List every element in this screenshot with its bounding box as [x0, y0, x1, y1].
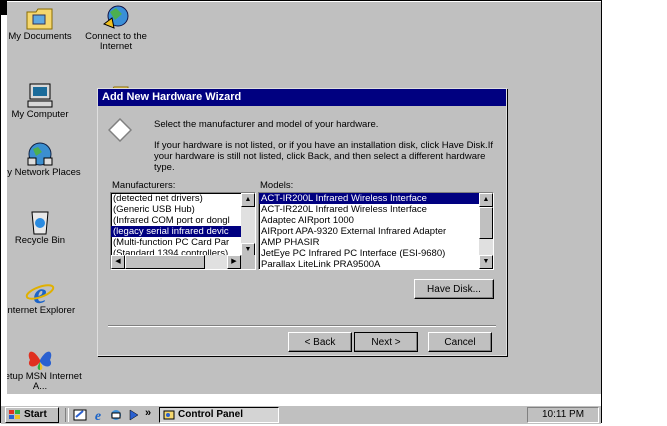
manufacturers-label: Manufacturers:	[112, 180, 176, 191]
list-item[interactable]: (Multi-function PC Card Par	[111, 237, 255, 248]
quick-launch-chevron[interactable]: »	[145, 407, 151, 419]
desktop-icon-connect-internet[interactable]: Connect to the Internet	[73, 4, 159, 52]
list-item[interactable]: JetEye PC Infrared PC Interface (ESI-968…	[259, 248, 493, 259]
wizard-help-text: If your hardware is not listed, or if yo…	[154, 140, 493, 173]
dialog-title[interactable]: Add New Hardware Wizard	[98, 89, 506, 106]
desktop-icon-label: Setup MSN Internet A...	[7, 371, 82, 392]
scroll-up-icon[interactable]: ▲	[241, 193, 255, 207]
manufacturers-horizontal-scrollbar[interactable]: ◀ ▶	[111, 255, 241, 269]
cancel-button[interactable]: Cancel	[428, 332, 492, 352]
system-tray-clock[interactable]: 10:11 PM	[527, 407, 599, 423]
hardware-diamond-icon	[107, 117, 133, 145]
desktop: My Documents Connect to the Internet My …	[7, 2, 601, 394]
taskbar-button-control-panel[interactable]: Control Panel	[159, 407, 279, 423]
show-desktop-icon[interactable]	[73, 408, 87, 425]
desktop-icon-label: My Computer	[11, 109, 69, 120]
scroll-right-icon[interactable]: ▶	[227, 255, 241, 269]
desktop-icon-label: Connect to the Internet	[85, 31, 147, 52]
clock-time: 10:11 PM	[541, 409, 585, 420]
media-player-icon[interactable]	[127, 408, 141, 425]
next-button[interactable]: Next >	[354, 332, 418, 352]
list-item[interactable]: AMP PHASIR	[259, 237, 493, 248]
wizard-instruction: Select the manufacturer and model of you…	[154, 119, 379, 130]
list-item-selected[interactable]: (legacy serial infrared devic	[111, 226, 255, 237]
desktop-icon-label: My Network Places	[7, 167, 81, 178]
have-disk-button[interactable]: Have Disk...	[414, 279, 494, 299]
list-item[interactable]: ACT-IR220L Infrared Wireless Interface	[259, 204, 493, 215]
scroll-up-icon[interactable]: ▲	[479, 193, 493, 207]
msn-butterfly-icon	[24, 344, 56, 372]
control-panel-icon	[163, 409, 175, 426]
desktop-icon-label: Internet Explorer	[7, 305, 76, 316]
list-item[interactable]: Parallax LiteLink PRA9500A	[259, 259, 493, 269]
desktop-icon-my-documents[interactable]: My Documents	[7, 4, 83, 42]
recycle-bin-icon	[24, 208, 56, 236]
svg-text:e: e	[33, 278, 46, 306]
dialog-separator	[108, 325, 496, 327]
internet-explorer-icon[interactable]: e	[91, 408, 105, 425]
list-item[interactable]: (Generic USB Hub)	[111, 204, 255, 215]
folder-icon	[24, 4, 56, 32]
quick-launch-divider	[65, 408, 69, 422]
manufacturers-vertical-scrollbar[interactable]: ▲ ▼	[241, 193, 255, 257]
scroll-thumb[interactable]	[125, 255, 205, 269]
scroll-left-icon[interactable]: ◀	[111, 255, 125, 269]
list-item[interactable]: Adaptec AIRport 1000	[259, 215, 493, 226]
list-item[interactable]: AIRport APA-9320 External Infrared Adapt…	[259, 226, 493, 237]
desktop-icon-label: Recycle Bin	[14, 235, 66, 246]
screen-frame: My Documents Connect to the Internet My …	[0, 0, 602, 424]
windows-logo-icon	[9, 410, 21, 420]
manufacturers-list[interactable]: (detected net drivers) (Generic USB Hub)…	[110, 192, 256, 270]
taskbar-button-label: Control Panel	[178, 409, 244, 420]
globe-connect-icon	[100, 4, 132, 32]
desktop-icon-setup-msn[interactable]: Setup MSN Internet A...	[7, 344, 83, 392]
start-button[interactable]: Start	[5, 407, 59, 423]
network-icon	[24, 140, 56, 168]
scroll-corner	[241, 255, 255, 269]
back-button[interactable]: < Back	[288, 332, 352, 352]
desktop-icon-my-computer[interactable]: My Computer	[7, 82, 83, 120]
desktop-icon-label: My Documents	[8, 31, 72, 42]
taskbar: Start e » Control Panel 10:11 PM	[1, 405, 601, 424]
internet-explorer-icon: e	[24, 277, 56, 310]
list-item-selected[interactable]: ACT-IR200L Infrared Wireless Interface	[259, 193, 493, 204]
list-item[interactable]: (Infrared COM port or dongl	[111, 215, 255, 226]
svg-text:e: e	[95, 409, 101, 422]
models-list[interactable]: ACT-IR200L Infrared Wireless Interface A…	[258, 192, 494, 270]
desktop-icon-network-places[interactable]: My Network Places	[7, 140, 83, 178]
list-item[interactable]: (detected net drivers)	[111, 193, 255, 204]
computer-icon	[24, 82, 56, 110]
scroll-down-icon[interactable]: ▼	[479, 255, 493, 269]
outlook-express-icon[interactable]	[109, 408, 123, 425]
models-label: Models:	[260, 180, 294, 191]
desktop-icon-internet-explorer[interactable]: e Internet Explorer	[7, 277, 83, 316]
desktop-icon-recycle-bin[interactable]: Recycle Bin	[7, 208, 83, 246]
add-hardware-wizard-dialog: Add New Hardware Wizard Select the manuf…	[97, 88, 507, 356]
start-label: Start	[24, 409, 47, 420]
scroll-thumb[interactable]	[479, 207, 493, 239]
models-vertical-scrollbar[interactable]: ▲ ▼	[479, 193, 493, 269]
